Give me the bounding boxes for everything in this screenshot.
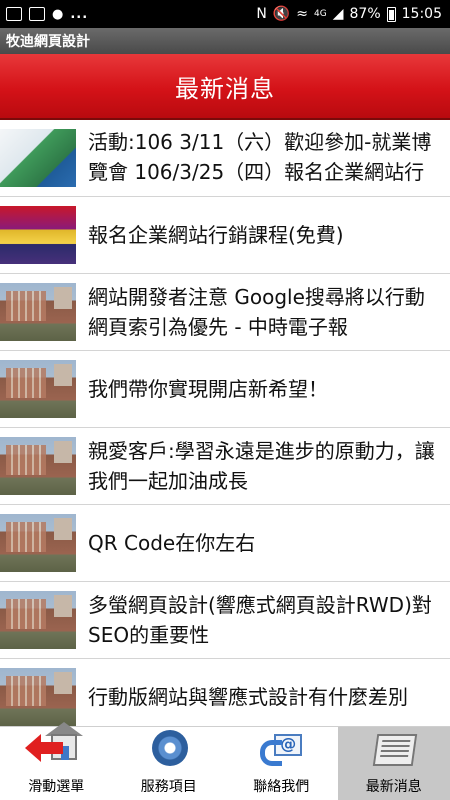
news-title: 行動版網站與響應式設計有什麼差別 bbox=[88, 685, 408, 709]
news-title: QR Code在你左右 bbox=[88, 531, 256, 555]
news-item[interactable]: 多螢網頁設計(響應式網頁設計RWD)對SEO的重要性 bbox=[0, 582, 450, 659]
news-item[interactable]: 網站開發者注意 Google搜尋將以行動網頁索引為優先 - 中時電子報 bbox=[0, 274, 450, 351]
nfc-icon: N bbox=[256, 6, 267, 22]
news-item[interactable]: 行動版網站與響應式設計有什麼差別 bbox=[0, 659, 450, 726]
wifi-icon: ≈ bbox=[296, 6, 309, 22]
app-title: 牧迪網頁設計 bbox=[6, 34, 90, 50]
nav-news-label: 最新消息 bbox=[365, 779, 422, 795]
status-bar: ● ... N 🔇 ≈ 4G ◢ 87% 15:05 bbox=[0, 0, 450, 28]
news-thumbnail bbox=[0, 129, 76, 187]
news-thumbnail bbox=[0, 514, 76, 572]
news-list[interactable]: 活動:106 3/11（六）歡迎參加-就業博覽會 106/3/25（四）報名企業… bbox=[0, 120, 450, 726]
news-title: 報名企業網站行銷課程(免費) bbox=[88, 223, 344, 247]
news-thumbnail bbox=[0, 206, 76, 264]
news-thumbnail bbox=[0, 283, 76, 341]
newspaper-icon bbox=[369, 728, 419, 772]
news-item[interactable]: QR Code在你左右 bbox=[0, 505, 450, 582]
news-thumbnail bbox=[0, 591, 76, 649]
page-banner: 最新消息 bbox=[0, 54, 450, 120]
nav-menu-label: 滑動選單 bbox=[28, 779, 85, 795]
battery-icon bbox=[386, 6, 396, 22]
apple-icon: ● bbox=[52, 6, 64, 22]
news-title: 活動:106 3/11（六）歡迎參加-就業博覽會 106/3/25（四）報名企業… bbox=[88, 130, 432, 184]
news-item[interactable]: 我們帶你實現開店新希望！ bbox=[0, 351, 450, 428]
news-item[interactable]: 報名企業網站行銷課程(免費) bbox=[0, 197, 450, 274]
nav-services-button[interactable]: 服務項目 bbox=[113, 727, 226, 800]
image-notification-icon bbox=[29, 7, 45, 21]
phone-email-icon: @ bbox=[256, 728, 306, 772]
nav-contact-button[interactable]: @ 聯絡我們 bbox=[225, 727, 338, 800]
news-title: 親愛客戶:學習永遠是進步的原動力，讓我們一起加油成長 bbox=[88, 439, 435, 493]
news-title: 網站開發者注意 Google搜尋將以行動網頁索引為優先 - 中時電子報 bbox=[88, 285, 425, 339]
news-item[interactable]: 活動:106 3/11（六）歡迎參加-就業博覽會 106/3/25（四）報名企業… bbox=[0, 120, 450, 197]
mute-icon: 🔇 bbox=[272, 6, 291, 22]
back-home-icon bbox=[25, 722, 84, 772]
page-title: 最新消息 bbox=[175, 74, 275, 103]
news-thumbnail bbox=[0, 668, 76, 726]
battery-percent: 87% bbox=[349, 6, 381, 22]
news-title: 我們帶你實現開店新希望！ bbox=[88, 377, 328, 401]
more-notifications: ... bbox=[70, 6, 89, 22]
nav-menu-button[interactable]: 滑動選單 bbox=[0, 722, 113, 800]
clock: 15:05 bbox=[401, 6, 442, 22]
gear-icon bbox=[144, 728, 194, 772]
nav-contact-label: 聯絡我們 bbox=[253, 779, 310, 795]
app-title-bar: 牧迪網頁設計 bbox=[0, 28, 450, 54]
bottom-nav: 滑動選單 服務項目 @ 聯絡我們 最新消息 bbox=[0, 722, 450, 800]
signal-icon: ◢ bbox=[332, 6, 344, 22]
network-label: 4G bbox=[314, 9, 327, 19]
news-thumbnail bbox=[0, 437, 76, 495]
news-item[interactable]: 親愛客戶:學習永遠是進步的原動力，讓我們一起加油成長 bbox=[0, 428, 450, 505]
news-title: 多螢網頁設計(響應式網頁設計RWD)對SEO的重要性 bbox=[88, 593, 432, 647]
news-thumbnail bbox=[0, 360, 76, 418]
nav-services-label: 服務項目 bbox=[140, 779, 197, 795]
notification-icon bbox=[6, 7, 22, 21]
nav-news-button[interactable]: 最新消息 bbox=[337, 727, 450, 800]
